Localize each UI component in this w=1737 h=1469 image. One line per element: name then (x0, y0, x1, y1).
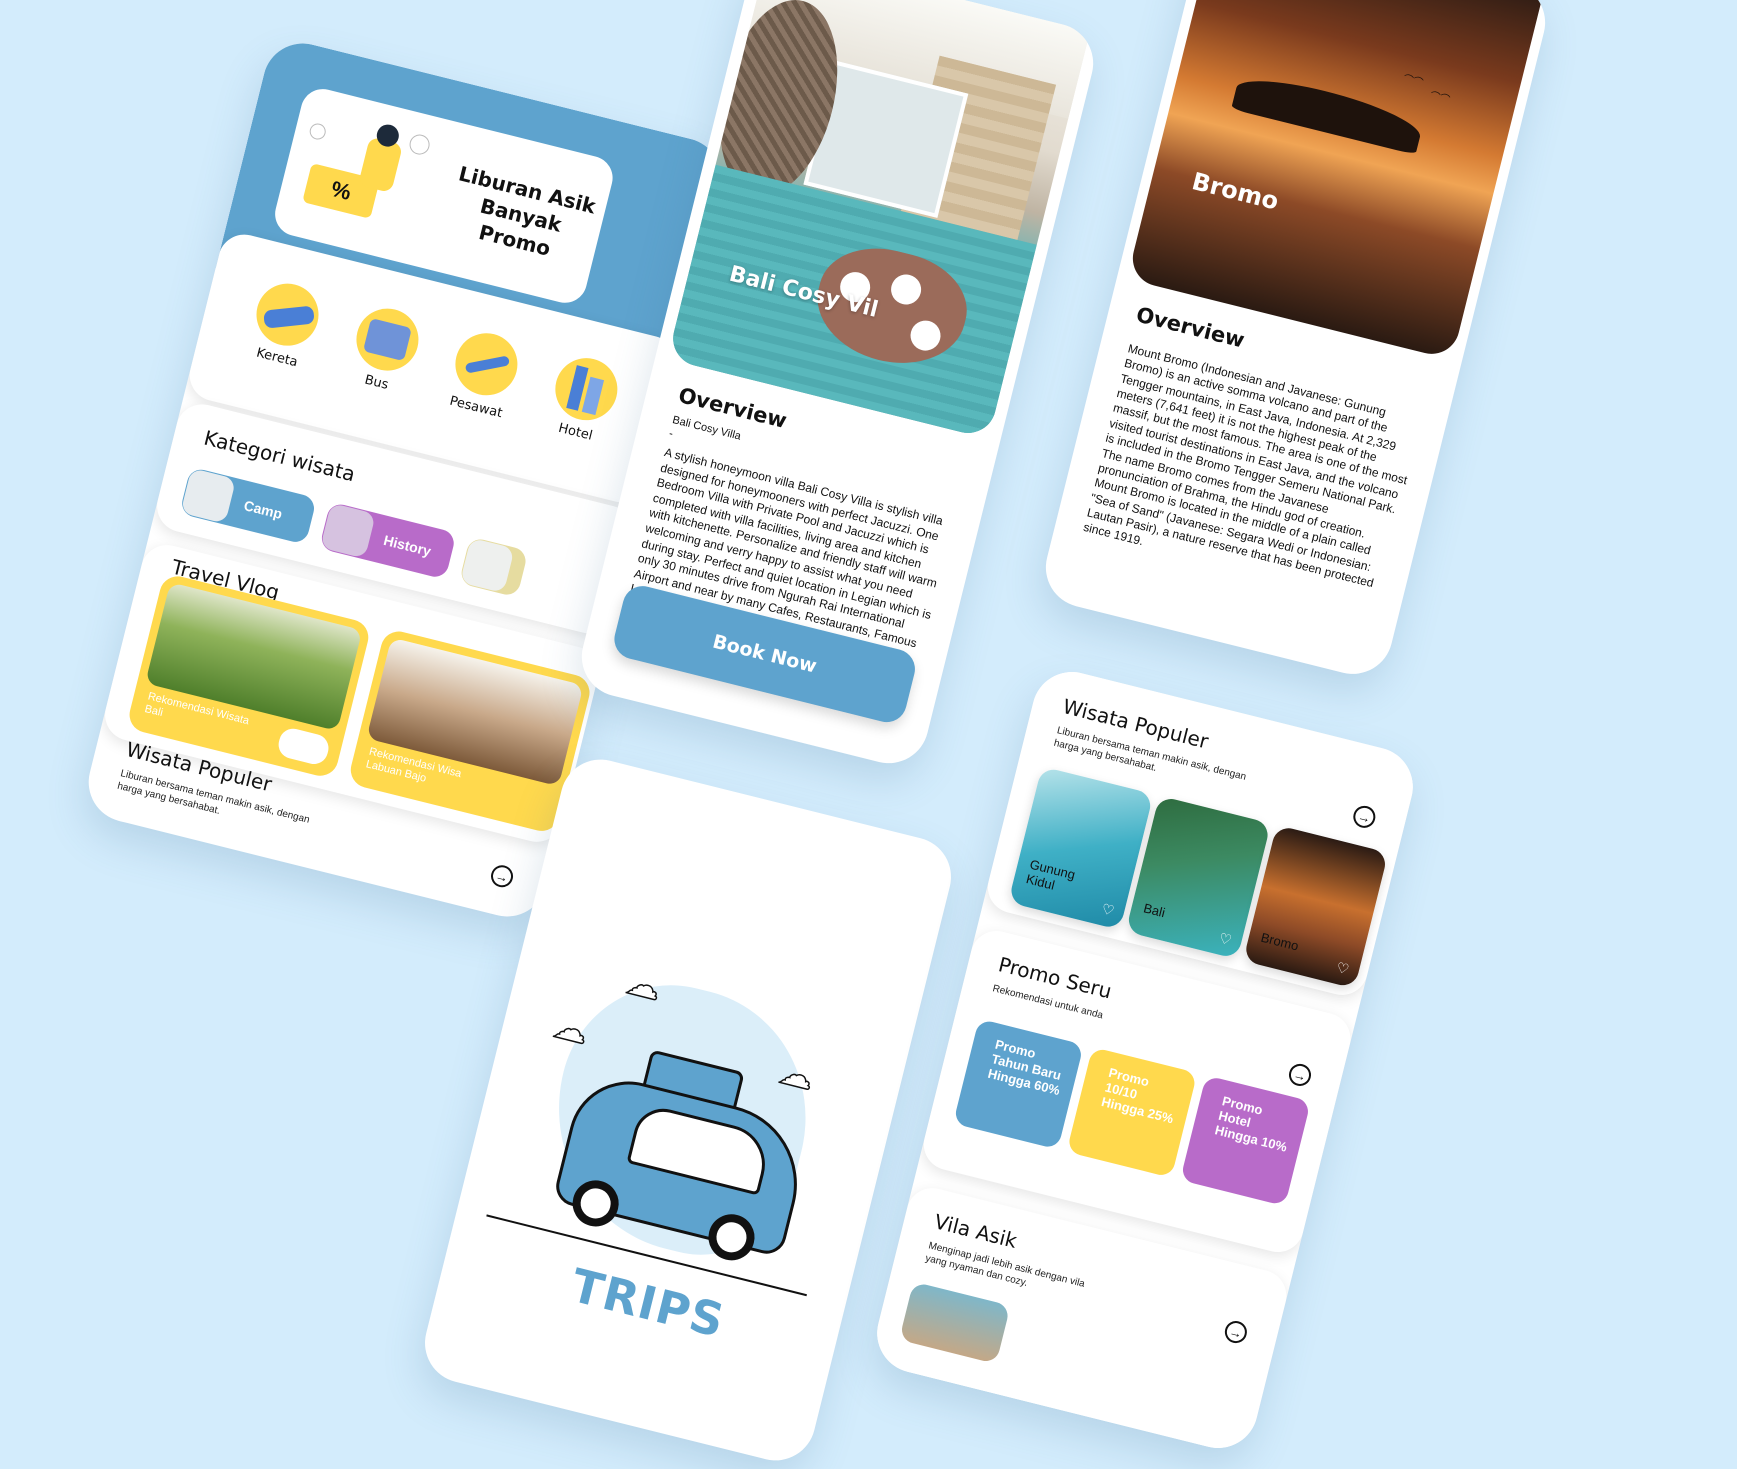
heart-icon[interactable]: ♡ (1335, 959, 1351, 979)
hotel-icon (548, 351, 624, 427)
arrow-right-icon[interactable]: → (488, 862, 516, 890)
camp-icon (180, 468, 237, 524)
transport-label: Bus (363, 372, 390, 393)
nature-icon (459, 537, 515, 594)
history-icon (320, 502, 376, 559)
chip-label: Camp (242, 497, 284, 523)
transport-label: Pesawat (447, 393, 504, 422)
destination-name: Bali (1142, 900, 1167, 920)
airplane-icon (449, 326, 525, 402)
app-logo-text: TRIPS (565, 1258, 731, 1349)
bird-icon: ⌒⌒ (1428, 90, 1451, 107)
bus-icon (349, 301, 425, 378)
heart-icon[interactable]: ♡ (1100, 900, 1116, 920)
island-silhouette (1231, 70, 1426, 155)
bromo-photo: ⌒⌒ ⌒⌒ Bromo (1126, 0, 1544, 360)
transport-label: Kereta (254, 345, 300, 371)
shopping-illustration-icon: % (288, 102, 442, 250)
transport-label: Hotel (556, 420, 594, 444)
plate (887, 271, 925, 308)
train-icon (250, 277, 326, 353)
destination-name-line1: Bromo (1259, 929, 1301, 954)
bromo-overview: Overview Mount Bromo (Indonesian and Jav… (1082, 302, 1436, 608)
destination-name-line1: Bali (1142, 900, 1167, 920)
car-window (626, 1102, 774, 1196)
destination-name: Bromo (1259, 929, 1301, 954)
bromo-detail-screen: ⌒⌒ ⌒⌒ Bromo Overview Mount Bromo (Indone… (1037, 0, 1554, 683)
explore-screen: Wisata Populer Liburan bersama teman mak… (868, 663, 1422, 1457)
bird-icon: ⌒⌒ (1402, 73, 1425, 90)
villa-photo: Bali Cosy Vil (667, 0, 1091, 439)
plate (907, 317, 944, 354)
destination-name: Gunung Kidul (1025, 857, 1077, 897)
heart-icon[interactable]: ♡ (1217, 930, 1233, 950)
villa-detail-screen: Bali Cosy Vil Overview Bali Cosy Villa -… (573, 0, 1102, 772)
promo-title: Liburan Asik Banyak Promo (433, 158, 608, 273)
chip-label: History (382, 531, 433, 560)
bromo-photo-title: Bromo (1189, 167, 1282, 216)
vloggers-avatar-icon (275, 725, 332, 767)
